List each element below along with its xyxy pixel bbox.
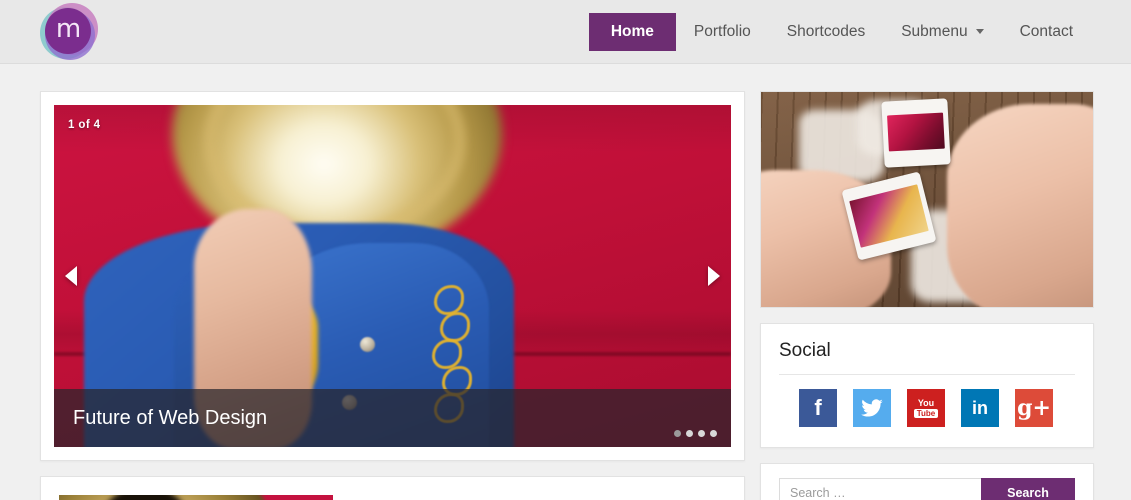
slider-dot-1[interactable] [674, 430, 681, 437]
search-input[interactable] [779, 478, 981, 500]
social-icon-row: f You Tube in g+ [779, 389, 1075, 427]
slide-caption: Future of Web Design [54, 389, 731, 447]
chevron-down-icon [975, 29, 984, 34]
nav-item-home[interactable]: Home [588, 12, 676, 51]
arrow-right-icon[interactable] [708, 266, 720, 286]
googleplus-icon[interactable]: g+ [1015, 389, 1053, 427]
slide-counter: 1 of 4 [68, 119, 101, 131]
nav-label-submenu: Submenu [901, 22, 968, 40]
hero-slider[interactable]: 1 of 4 Future of Web Design [54, 105, 731, 447]
slider-dot-4[interactable] [710, 430, 717, 437]
social-widget-title: Social [779, 340, 1075, 375]
post-thumbnail[interactable] [59, 495, 333, 500]
linkedin-glyph: in [972, 397, 988, 418]
main-column: 1 of 4 Future of Web Design [40, 91, 745, 500]
social-widget: Social f You Tube in g+ [760, 323, 1094, 448]
twitter-bird-glyph [861, 399, 883, 417]
search-button[interactable]: Search [981, 478, 1075, 500]
youtube-tube-text: Tube [913, 408, 939, 418]
photo-slide-bottom-image [849, 184, 929, 248]
site-header: m Home Portfolio Shortcodes Submenu Cont… [0, 0, 1131, 64]
post-card: Future of Web Design [40, 476, 745, 500]
post-body: Future of Web Design [357, 495, 726, 500]
slider-dot-2[interactable] [686, 430, 693, 437]
slider-pagination [674, 430, 717, 437]
nav-item-shortcodes[interactable]: Shortcodes [769, 13, 883, 51]
page-container: 1 of 4 Future of Web Design Social f You… [0, 64, 1131, 500]
youtube-you-text: You [917, 397, 935, 408]
search-widget: Search [760, 463, 1094, 500]
youtube-icon[interactable]: You Tube [907, 389, 945, 427]
nav-label-portfolio: Portfolio [693, 22, 751, 40]
photo-slide-top-image [887, 112, 945, 152]
nav-label-shortcodes: Shortcodes [786, 22, 866, 40]
linkedin-icon[interactable]: in [961, 389, 999, 427]
arrow-left-icon[interactable] [65, 266, 77, 286]
logo-letter: m [55, 13, 81, 44]
nav-item-contact[interactable]: Contact [1002, 13, 1091, 51]
nav-item-submenu[interactable]: Submenu [883, 13, 1001, 51]
search-row: Search [779, 478, 1075, 500]
site-logo[interactable]: m [40, 2, 98, 61]
sidebar: Social f You Tube in g+ Search … Search [760, 91, 1094, 500]
photo-slide-top [881, 98, 951, 168]
nav-label-contact: Contact [1019, 22, 1073, 40]
nav-label-home: Home [610, 22, 654, 40]
main-navigation: Home Portfolio Shortcodes Submenu Contac… [588, 12, 1091, 51]
facebook-icon[interactable]: f [799, 389, 837, 427]
nav-item-portfolio[interactable]: Portfolio [676, 13, 769, 51]
googleplus-glyph: g+ [1017, 395, 1051, 421]
facebook-glyph: f [814, 395, 822, 420]
sidebar-photo-widget [760, 91, 1094, 308]
right-hand [947, 104, 1093, 307]
slide-caption-title: Future of Web Design [73, 406, 268, 429]
slider-dot-3[interactable] [698, 430, 705, 437]
uniform-button-1 [360, 337, 375, 352]
slider-card: 1 of 4 Future of Web Design [40, 91, 745, 461]
twitter-icon[interactable] [853, 389, 891, 427]
